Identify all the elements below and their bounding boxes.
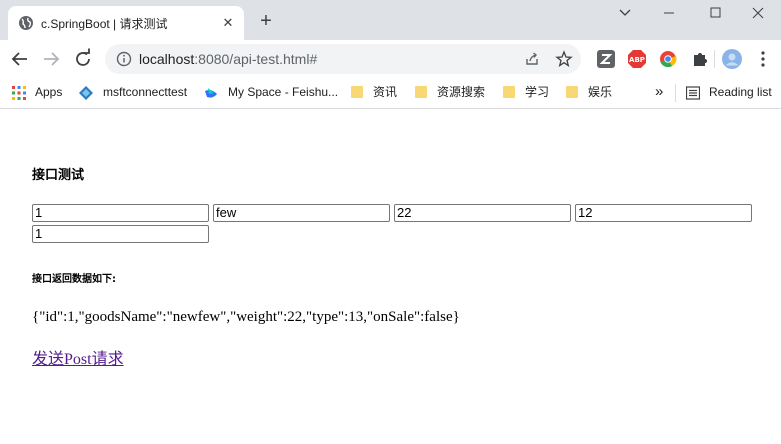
bookmark-my-space-feishu[interactable]: My Space - Feishu...	[203, 82, 338, 102]
more-menu-icon[interactable]	[752, 48, 774, 70]
input-id[interactable]	[32, 204, 209, 222]
bookmark-folder-study[interactable]: 学习	[503, 82, 549, 102]
close-tab-icon[interactable]: ✕	[219, 14, 237, 32]
page-title: 接口测试	[32, 168, 85, 183]
chrome-extension-icon[interactable]	[657, 48, 679, 70]
bookmark-star-icon[interactable]	[555, 50, 573, 68]
maximize-icon[interactable]	[692, 0, 738, 28]
send-post-request-link[interactable]: 发送Post请求	[32, 345, 124, 369]
input-goods-name[interactable]	[213, 204, 390, 222]
input-on-sale[interactable]	[32, 225, 209, 243]
tab-search-chevron-icon[interactable]	[602, 0, 648, 28]
bookmark-label: msftconnecttest	[103, 85, 188, 99]
bookmark-apps[interactable]: Apps	[12, 82, 62, 102]
zotero-extension-icon[interactable]	[595, 48, 617, 70]
bookmark-label: 娱乐	[588, 85, 613, 99]
tab-title: c.SpringBoot | 请求测试	[41, 17, 168, 31]
browser-toolbar: localhost:8080/api-test.html# ABP	[0, 40, 781, 78]
more-bookmarks-chevron-icon[interactable]: »	[655, 82, 663, 102]
forward-arrow-icon[interactable]	[39, 47, 63, 71]
bookmark-msftconnecttest[interactable]: msftconnecttest	[78, 82, 187, 102]
reading-list-button[interactable]: Reading list	[686, 82, 772, 102]
folder-icon	[351, 85, 363, 98]
reading-list-icon	[686, 86, 700, 100]
globe-icon	[19, 16, 33, 30]
bookmark-label: My Space - Feishu...	[228, 85, 339, 99]
share-icon[interactable]	[523, 50, 541, 68]
result-heading: 接口返回数据如下:	[32, 274, 116, 285]
bookmark-folder-entertainment[interactable]: 娱乐	[566, 82, 612, 102]
svg-text:ABP: ABP	[629, 56, 645, 64]
extensions-puzzle-icon[interactable]	[689, 48, 711, 70]
bookmark-label: 资讯	[373, 85, 398, 99]
input-type[interactable]	[575, 204, 752, 222]
new-tab-icon[interactable]: +	[256, 11, 276, 31]
info-icon[interactable]	[115, 50, 133, 68]
minimize-icon[interactable]	[646, 0, 692, 28]
reload-icon[interactable]	[71, 47, 95, 71]
feishu-icon	[205, 87, 217, 98]
folder-icon	[415, 85, 427, 98]
bookmark-label: 资源搜索	[437, 85, 486, 99]
folder-icon	[503, 85, 515, 98]
tab-strip: c.SpringBoot | 请求测试 ✕ +	[0, 0, 781, 40]
profile-avatar-icon[interactable]	[721, 48, 743, 70]
bookmark-label: 学习	[525, 85, 550, 99]
adblock-plus-icon[interactable]: ABP	[626, 48, 648, 70]
reading-list-label: Reading list	[709, 85, 772, 99]
browser-tab[interactable]: c.SpringBoot | 请求测试 ✕	[8, 6, 244, 40]
input-weight[interactable]	[394, 204, 571, 222]
back-arrow-icon[interactable]	[8, 47, 32, 71]
network-icon	[79, 85, 93, 100]
bookmark-folder-resource-search[interactable]: 资源搜索	[415, 82, 485, 102]
address-bar[interactable]: localhost:8080/api-test.html#	[105, 44, 581, 74]
bookmark-folder-news[interactable]: 资讯	[351, 82, 397, 102]
url-text[interactable]: localhost:8080/api-test.html#	[139, 51, 317, 67]
folder-icon	[566, 85, 578, 98]
apps-grid-icon	[12, 85, 26, 100]
toolbar-divider	[714, 50, 715, 68]
bookmarks-bar: Apps msftconnecttest My Space - Feishu..…	[0, 78, 781, 109]
bookmarks-divider	[675, 84, 676, 102]
close-window-icon[interactable]	[735, 0, 781, 28]
result-json-text: {"id":1,"goodsName":"newfew","weight":22…	[32, 309, 460, 325]
bookmark-label: Apps	[35, 85, 63, 99]
